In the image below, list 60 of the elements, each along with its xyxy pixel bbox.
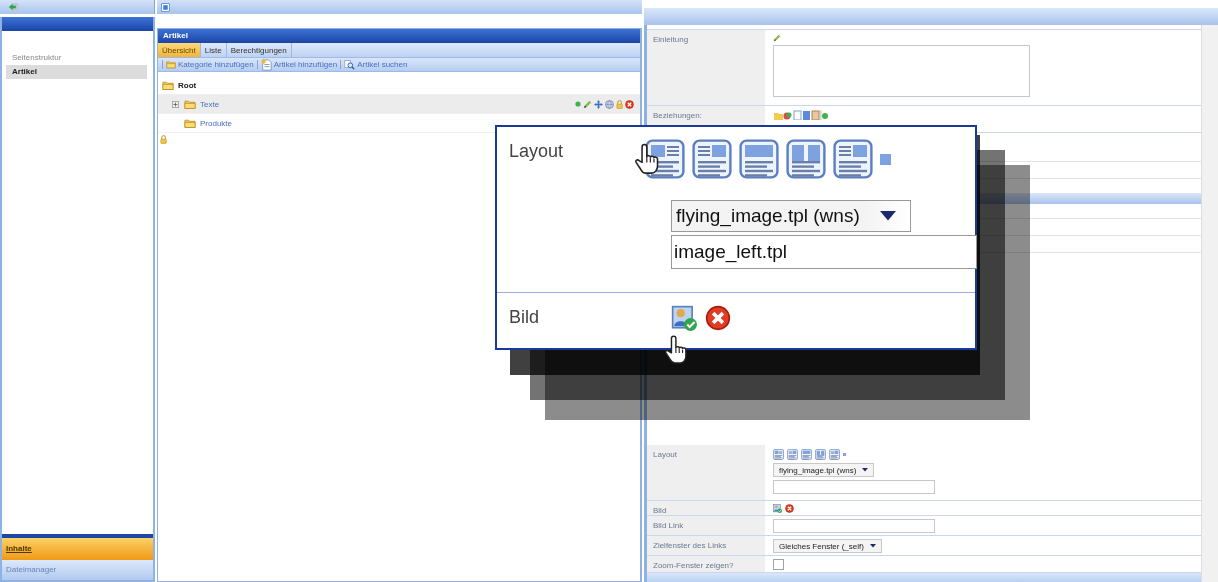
checkbox[interactable] <box>773 559 784 570</box>
caret-icon[interactable] <box>862 468 869 472</box>
dropdown-value: flying_image.tpl (wns) <box>676 205 860 227</box>
toolbar-link[interactable]: Kategorie hinzufügen <box>178 60 254 69</box>
back-arrow-icon[interactable] <box>8 2 19 12</box>
dropdown-value: Gleiches Fenster (_self) <box>779 541 864 551</box>
globe-icon[interactable] <box>604 99 614 109</box>
module-tab[interactable]: Inhalte <box>2 538 153 560</box>
pencil-icon[interactable] <box>582 99 592 109</box>
move-icon[interactable] <box>593 99 603 109</box>
delete-icon[interactable] <box>625 99 634 109</box>
expander-icon[interactable] <box>171 100 179 108</box>
sidebar-item[interactable]: Seitenstruktur <box>6 51 147 65</box>
tab[interactable]: Berechtigungen <box>226 43 292 57</box>
folder-icon <box>162 79 174 91</box>
dropdown[interactable]: flying_image.tpl (wns) <box>671 200 911 232</box>
pencil-icon[interactable] <box>773 34 781 42</box>
dropdown[interactable]: flying_image.tpl (wns) <box>773 463 875 477</box>
small-square-icon <box>880 153 891 165</box>
dropdown[interactable]: Gleiches Fenster (_self) <box>773 539 882 553</box>
tree-row[interactable]: Texte <box>158 95 640 114</box>
field-label: Zielfenster des Links <box>653 541 727 550</box>
folder-icon <box>166 60 176 69</box>
field-label: Einleitung <box>653 35 689 44</box>
field-label: Layout <box>653 450 678 459</box>
field-label: Bild Link <box>653 521 684 530</box>
tree-label[interactable]: Produkte <box>200 118 233 128</box>
small-square-icon <box>843 453 846 456</box>
caret-icon[interactable] <box>869 544 876 548</box>
search-icon[interactable] <box>344 59 356 70</box>
field-label: Bild <box>653 506 667 515</box>
panel-title: Artikel <box>158 29 640 43</box>
page-icon[interactable] <box>260 58 272 71</box>
window-icon[interactable] <box>161 2 170 12</box>
field-label: Layout <box>508 140 565 163</box>
field-label: Beziehungen: <box>653 111 702 120</box>
dropdown-value: flying_image.tpl (wns) <box>779 465 857 475</box>
toolbar-link[interactable]: Artikel hinzufügen <box>273 60 338 69</box>
status-dot-icon[interactable] <box>574 101 581 107</box>
lock-icon[interactable] <box>160 135 168 144</box>
input-field[interactable]: image_left.tpl <box>671 235 977 269</box>
scrollbar[interactable] <box>1201 25 1218 582</box>
input-field[interactable] <box>773 519 935 533</box>
tree-label[interactable]: Root <box>178 80 197 90</box>
caret-icon[interactable] <box>879 211 896 221</box>
input-field[interactable] <box>773 480 935 494</box>
folder-icon <box>184 117 196 129</box>
tab[interactable]: Übersicht <box>158 43 201 57</box>
tree-label[interactable]: Texte <box>200 99 220 109</box>
field-label: Zoom-Fenster zeigen? <box>653 561 734 570</box>
image-check-icon[interactable] <box>671 305 697 331</box>
tab[interactable]: Liste <box>200 43 227 57</box>
delete-icon[interactable] <box>705 305 731 331</box>
delete-icon[interactable] <box>785 504 794 513</box>
image-check-icon[interactable] <box>773 504 782 513</box>
folder-icon <box>184 98 196 110</box>
relation-icons-drawing[interactable] <box>773 110 828 120</box>
toolbar-link[interactable]: Artikel suchen <box>357 60 408 69</box>
field-label: Bild <box>508 306 540 329</box>
sidebar-item[interactable]: Artikel <box>6 65 147 79</box>
